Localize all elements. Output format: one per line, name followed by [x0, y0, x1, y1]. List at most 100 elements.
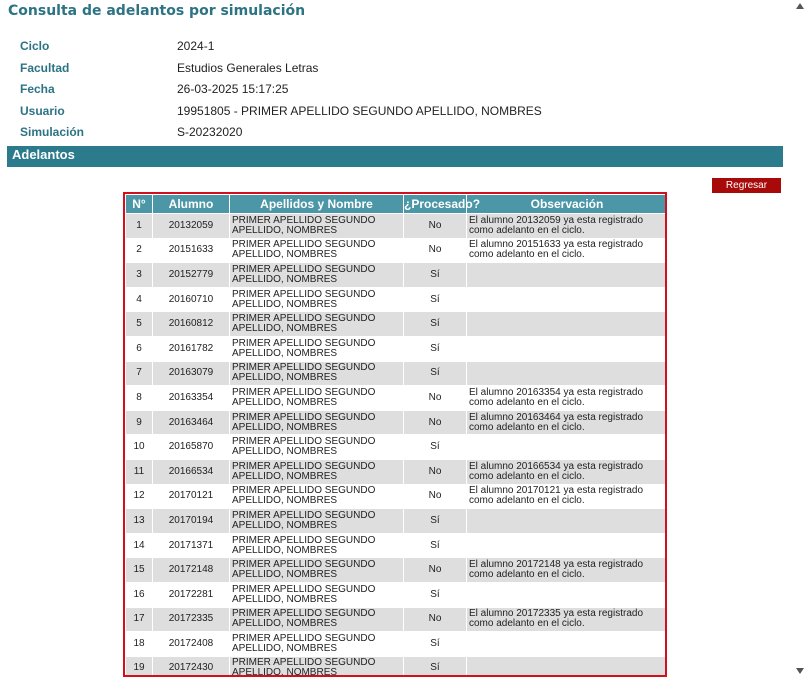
- column-header-observacion[interactable]: Observación: [467, 195, 665, 213]
- cell-nombre: PRIMER APELLIDO SEGUNDO APELLIDO, NOMBRE…: [230, 238, 403, 263]
- cell-numero: 3: [126, 263, 152, 287]
- cell-observacion: [467, 533, 665, 558]
- table-row: 16 20172281 PRIMER APELLIDO SEGUNDO APELLI…: [126, 582, 665, 607]
- cell-numero: 9: [126, 410, 152, 435]
- table-row: 15 20172148 PRIMER APELLIDO SEGUNDO APELLI…: [126, 558, 665, 582]
- table-row: 9 20163464 PRIMER APELLIDO SEGUNDO APELLID…: [126, 410, 665, 435]
- cell-observacion: [467, 632, 665, 656]
- cell-procesado: Sí: [404, 312, 466, 336]
- column-header-numero[interactable]: N°: [126, 195, 152, 213]
- adelantos-table: N° Alumno Apellidos y Nombre ¿Procesado?…: [125, 194, 665, 675]
- table-row: 3 20152779 PRIMER APELLIDO SEGUNDO APELLID…: [126, 263, 665, 287]
- column-header-procesado[interactable]: ¿Procesado?: [404, 195, 480, 213]
- cell-numero: 13: [126, 509, 152, 533]
- cell-procesado: Sí: [404, 533, 466, 558]
- page-title: Consulta de adelantos por simulación: [8, 3, 306, 19]
- cell-alumno: 20163354: [153, 386, 229, 410]
- cell-numero: 14: [126, 533, 152, 558]
- cell-observacion: El alumno 20151633 ya esta registrado co…: [467, 238, 665, 263]
- cell-alumno: 20171371: [153, 533, 229, 558]
- cell-nombre: PRIMER APELLIDO SEGUNDO APELLIDO, NOMBRE…: [230, 214, 403, 238]
- cell-nombre: PRIMER APELLIDO SEGUNDO APELLIDO, NOMBRE…: [230, 656, 403, 675]
- adelantos-table-container[interactable]: N° Alumno Apellidos y Nombre ¿Procesado?…: [123, 192, 667, 677]
- cell-observacion: [467, 312, 665, 336]
- info-label: Simulación: [20, 125, 85, 140]
- cell-observacion: [467, 435, 665, 459]
- table-row: 8 20163354 PRIMER APELLIDO SEGUNDO APELLID…: [126, 386, 665, 410]
- table-row: 6 20161782 PRIMER APELLIDO SEGUNDO APELLID…: [126, 336, 665, 361]
- cell-nombre: PRIMER APELLIDO SEGUNDO APELLIDO, NOMBRE…: [230, 336, 403, 361]
- cell-nombre: PRIMER APELLIDO SEGUNDO APELLIDO, NOMBRE…: [230, 632, 403, 656]
- cell-nombre: PRIMER APELLIDO SEGUNDO APELLIDO, NOMBRE…: [230, 484, 403, 509]
- cell-nombre: PRIMER APELLIDO SEGUNDO APELLIDO, NOMBRE…: [230, 533, 403, 558]
- cell-alumno: 20163464: [153, 410, 229, 435]
- cell-procesado: No: [404, 238, 466, 263]
- cell-nombre: PRIMER APELLIDO SEGUNDO APELLIDO, NOMBRE…: [230, 361, 403, 386]
- cell-procesado: No: [404, 410, 466, 435]
- cell-alumno: 20172148: [153, 558, 229, 582]
- cell-alumno: 20172408: [153, 632, 229, 656]
- cell-numero: 6: [126, 336, 152, 361]
- table-row: 17 20172335 PRIMER APELLIDO SEGUNDO APELLI…: [126, 607, 665, 632]
- cell-procesado: Sí: [404, 336, 466, 361]
- cell-procesado: No: [404, 214, 466, 238]
- cell-alumno: 20170121: [153, 484, 229, 509]
- table-row: 2 20151633 PRIMER APELLIDO SEGUNDO APELLID…: [126, 238, 665, 263]
- cell-observacion: [467, 263, 665, 287]
- cell-procesado: Sí: [404, 435, 466, 459]
- cell-numero: 8: [126, 386, 152, 410]
- table-row: 5 20160812 PRIMER APELLIDO SEGUNDO APELLID…: [126, 312, 665, 336]
- cell-procesado: No: [404, 386, 466, 410]
- cell-alumno: 20151633: [153, 238, 229, 263]
- cell-observacion: [467, 509, 665, 533]
- cell-numero: 19: [126, 656, 152, 675]
- cell-nombre: PRIMER APELLIDO SEGUNDO APELLIDO, NOMBRE…: [230, 287, 403, 312]
- cell-nombre: PRIMER APELLIDO SEGUNDO APELLIDO, NOMBRE…: [230, 607, 403, 632]
- table-row: 4 20160710 PRIMER APELLIDO SEGUNDO APELLID…: [126, 287, 665, 312]
- cell-numero: 2: [126, 238, 152, 263]
- cell-observacion: El alumno 20132059 ya esta registrado co…: [467, 214, 665, 238]
- cell-alumno: 20152779: [153, 263, 229, 287]
- cell-nombre: PRIMER APELLIDO SEGUNDO APELLIDO, NOMBRE…: [230, 263, 403, 287]
- cell-alumno: 20172430: [153, 656, 229, 675]
- regresar-button[interactable]: Regresar: [712, 178, 781, 193]
- cell-nombre: PRIMER APELLIDO SEGUNDO APELLIDO, NOMBRE…: [230, 459, 403, 484]
- cell-numero: 10: [126, 435, 152, 459]
- cell-alumno: 20172281: [153, 582, 229, 607]
- cell-alumno: 20170194: [153, 509, 229, 533]
- table-row: 19 20172430 PRIMER APELLIDO SEGUNDO APELLI…: [126, 656, 665, 675]
- info-label: Facultad: [20, 60, 70, 75]
- cell-observacion: [467, 336, 665, 361]
- info-value: 2024-1: [177, 39, 215, 53]
- info-label: Usuario: [20, 103, 65, 118]
- cell-nombre: PRIMER APELLIDO SEGUNDO APELLIDO, NOMBRE…: [230, 312, 403, 336]
- scroll-up-arrow-icon[interactable]: [796, 3, 804, 9]
- cell-nombre: PRIMER APELLIDO SEGUNDO APELLIDO, NOMBRE…: [230, 410, 403, 435]
- cell-procesado: Sí: [404, 263, 466, 287]
- cell-numero: 12: [126, 484, 152, 509]
- cell-procesado: Sí: [404, 287, 466, 312]
- cell-numero: 4: [126, 287, 152, 312]
- info-value: 26-03-2025 15:17:25: [177, 82, 289, 97]
- column-header-alumno[interactable]: Alumno: [153, 195, 229, 213]
- table-row: 12 20170121 PRIMER APELLIDO SEGUNDO APELLI…: [126, 484, 665, 509]
- table-row: 18 20172408 PRIMER APELLIDO SEGUNDO APELLI…: [126, 632, 665, 656]
- cell-procesado: Sí: [404, 582, 466, 607]
- cell-alumno: 20160710: [153, 287, 229, 312]
- table-row: 11 20166534 PRIMER APELLIDO SEGUNDO APELLI…: [126, 459, 665, 484]
- table-row: 14 20171371 PRIMER APELLIDO SEGUNDO APELLI…: [126, 533, 665, 558]
- cell-nombre: PRIMER APELLIDO SEGUNDO APELLIDO, NOMBRE…: [230, 509, 403, 533]
- scroll-down-arrow-icon[interactable]: [796, 668, 804, 674]
- cell-procesado: Sí: [404, 361, 466, 386]
- cell-nombre: PRIMER APELLIDO SEGUNDO APELLIDO, NOMBRE…: [230, 558, 403, 582]
- info-label: Fecha: [20, 82, 55, 97]
- column-header-nombre[interactable]: Apellidos y Nombre: [230, 195, 403, 213]
- cell-alumno: 20161782: [153, 336, 229, 361]
- cell-observacion: El alumno 20170121 ya esta registrado co…: [467, 484, 665, 509]
- info-value: Estudios Generales Letras: [177, 60, 319, 75]
- cell-numero: 18: [126, 632, 152, 656]
- section-header-adelantos: Adelantos: [7, 146, 783, 167]
- cell-observacion: El alumno 20166534 ya esta registrado co…: [467, 459, 665, 484]
- cell-procesado: No: [404, 558, 466, 582]
- cell-alumno: 20160812: [153, 312, 229, 336]
